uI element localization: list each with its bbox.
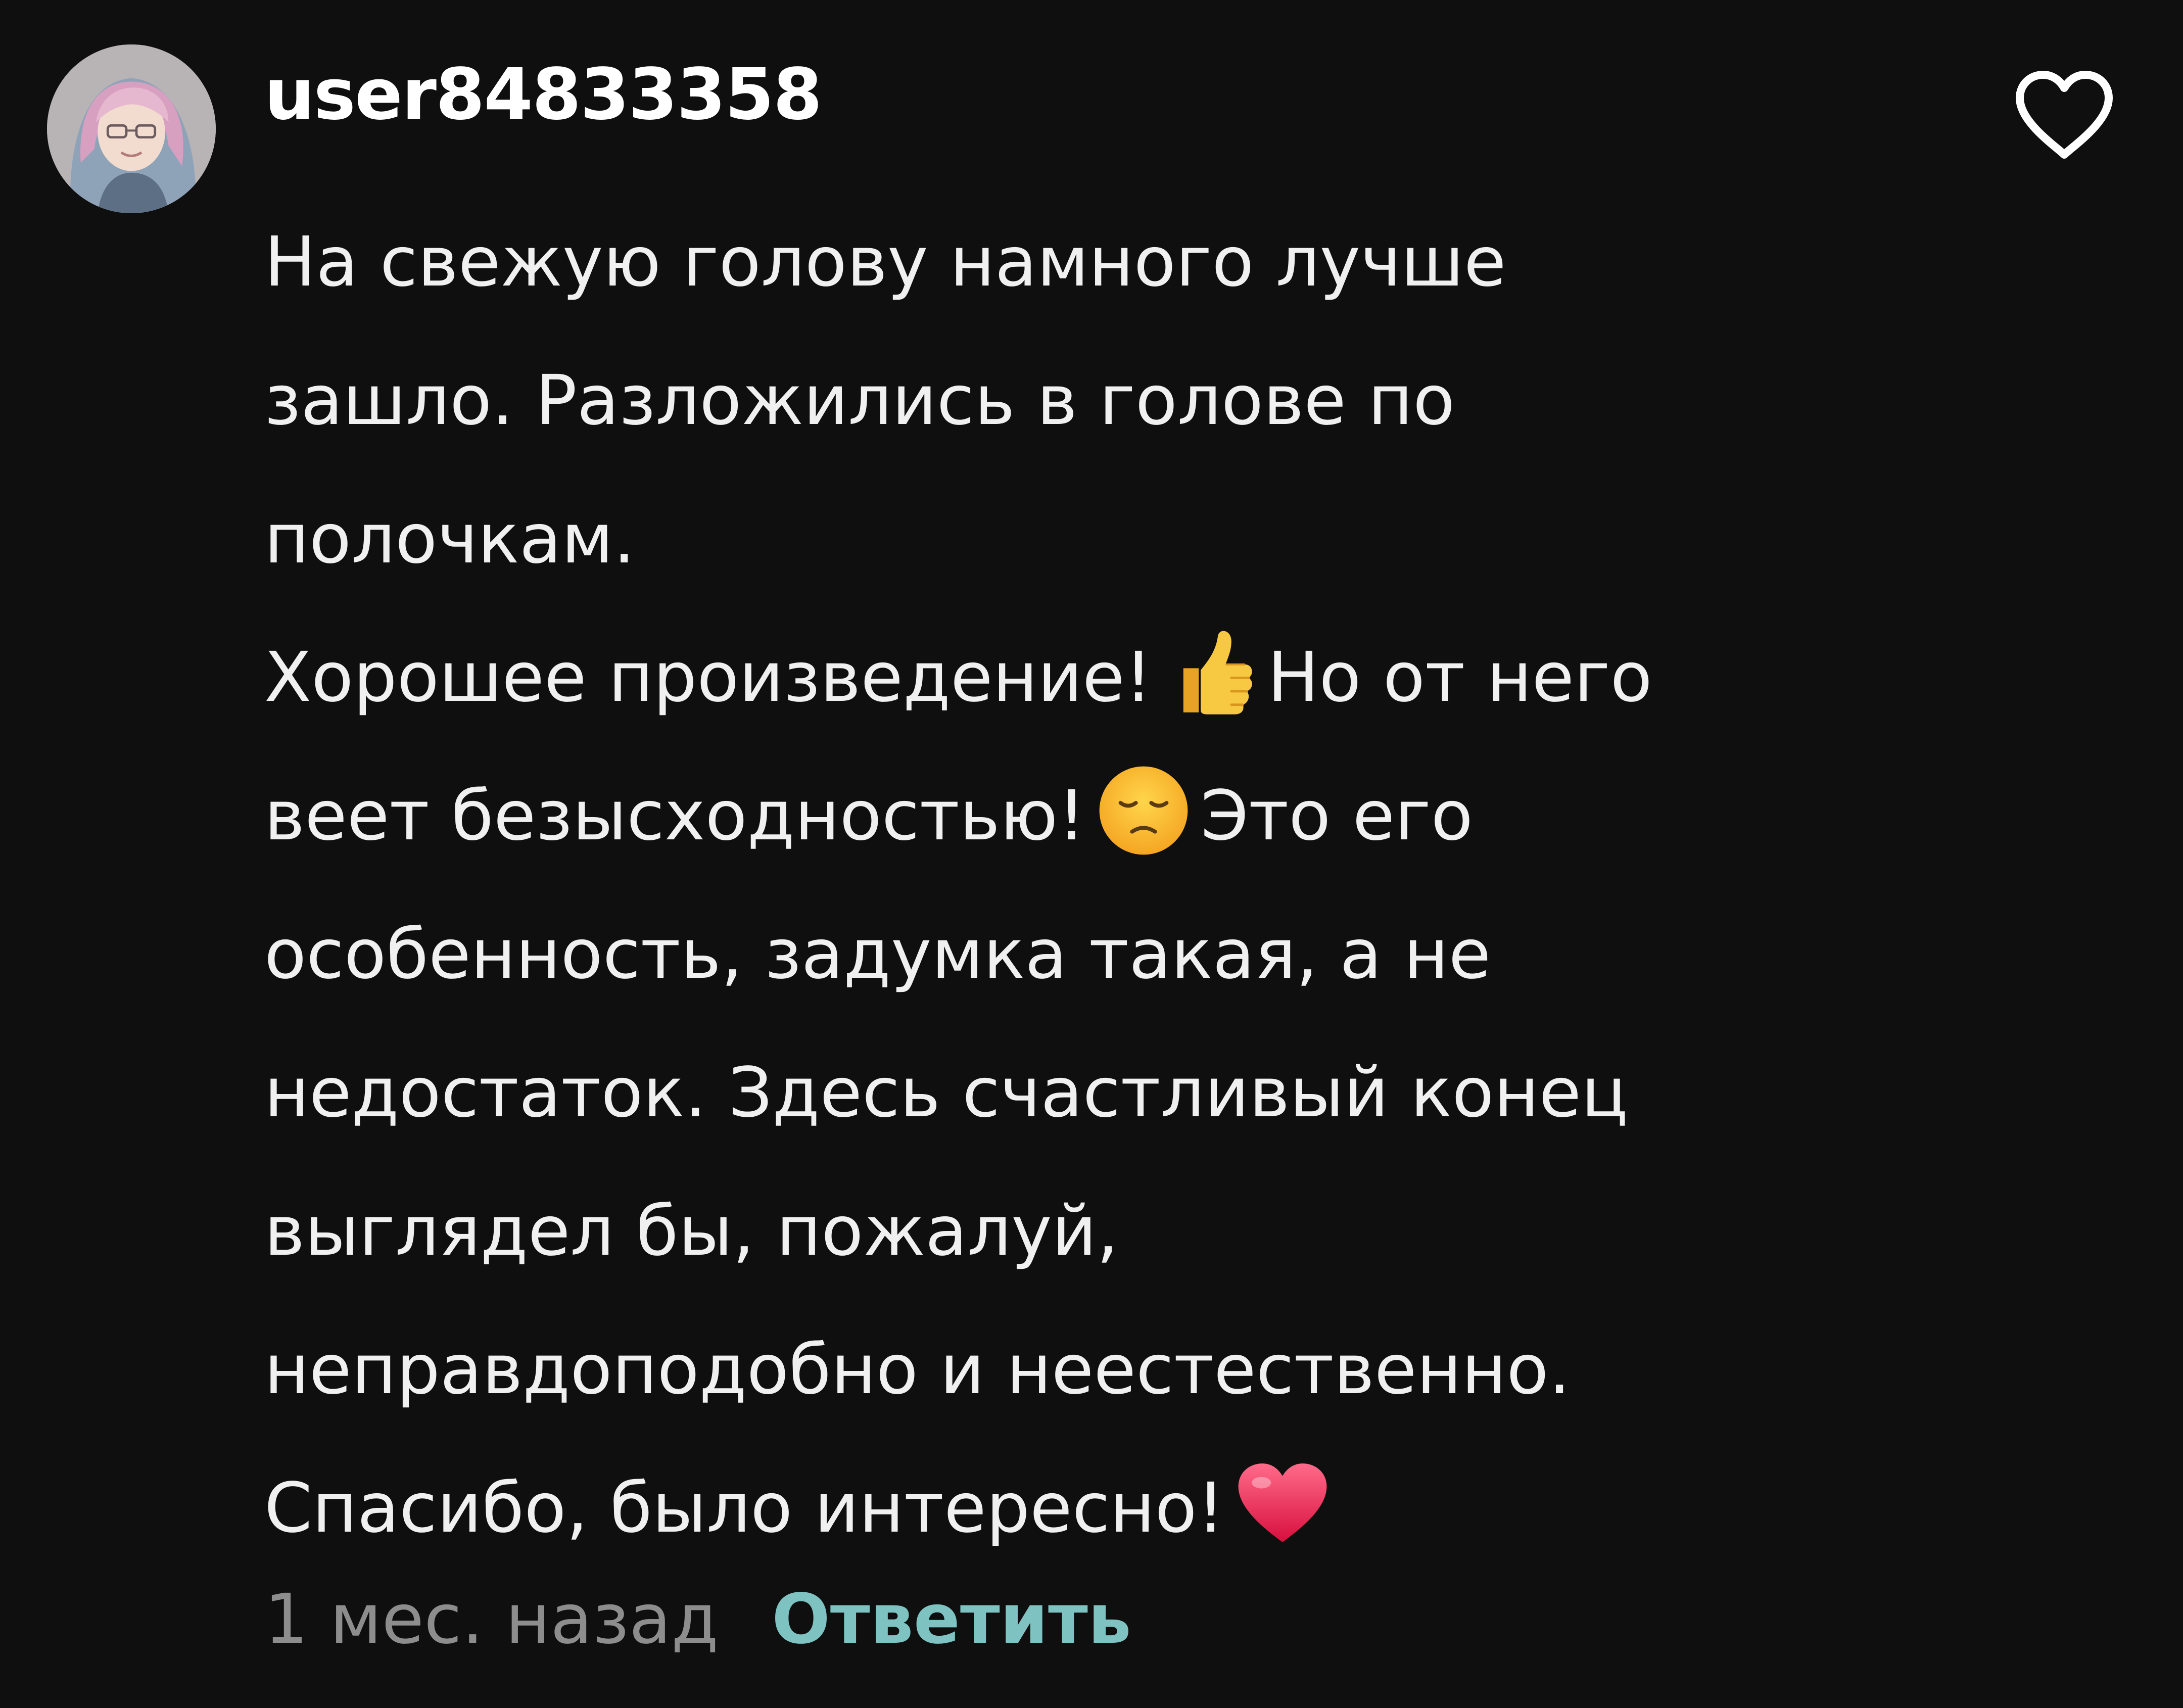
avatar[interactable] (47, 44, 216, 213)
comment-line: На свежую голову намного лучше (264, 222, 1506, 302)
comment-line: неправдоподобно и неестественно. (264, 1330, 1571, 1410)
username[interactable]: user84833358 (264, 60, 822, 130)
comment-line: веет безысходностью! Это его (264, 747, 1881, 885)
comment-item: user84833358 На свежую голову намного лу… (0, 0, 2183, 1708)
comment-line-part: веет безысходностью! (264, 776, 1085, 856)
comment-line: особенность, задумка такая, а не (264, 915, 1491, 994)
comment-line-part: Но от него (1267, 638, 1652, 718)
comment-line: Спасибо, было интересно! (264, 1439, 1881, 1578)
reply-button[interactable]: Ответить (772, 1580, 1131, 1659)
comment-line: недостаток. Здесь счастливый конец (264, 1053, 1628, 1133)
comment-meta: 1 мес. назад Ответить (264, 1580, 1131, 1659)
disappointed-face-emoji (1096, 763, 1192, 859)
heart-outline-icon (2016, 71, 2113, 159)
comment-line: полочкам. (264, 499, 635, 579)
thumbs-up-emoji (1162, 624, 1258, 720)
avatar-image (47, 44, 216, 213)
like-button[interactable] (2014, 70, 2115, 161)
comment-line: выглядел бы, пожалуй, (264, 1192, 1119, 1271)
comment-line-part: Спасибо, было интересно! (264, 1468, 1225, 1548)
comment-line: Хорошее произведение! Но от него (264, 608, 1881, 747)
red-heart-emoji (1235, 1455, 1331, 1551)
comment-line: зашло. Разложились в голове по (264, 361, 1455, 441)
timestamp: 1 мес. назад (264, 1580, 719, 1659)
comment-text: На свежую голову намного лучше зашло. Ра… (264, 193, 1881, 1578)
comment-line-part: Хорошее произведение! (264, 638, 1153, 718)
comment-line-part: Это его (1200, 776, 1473, 856)
